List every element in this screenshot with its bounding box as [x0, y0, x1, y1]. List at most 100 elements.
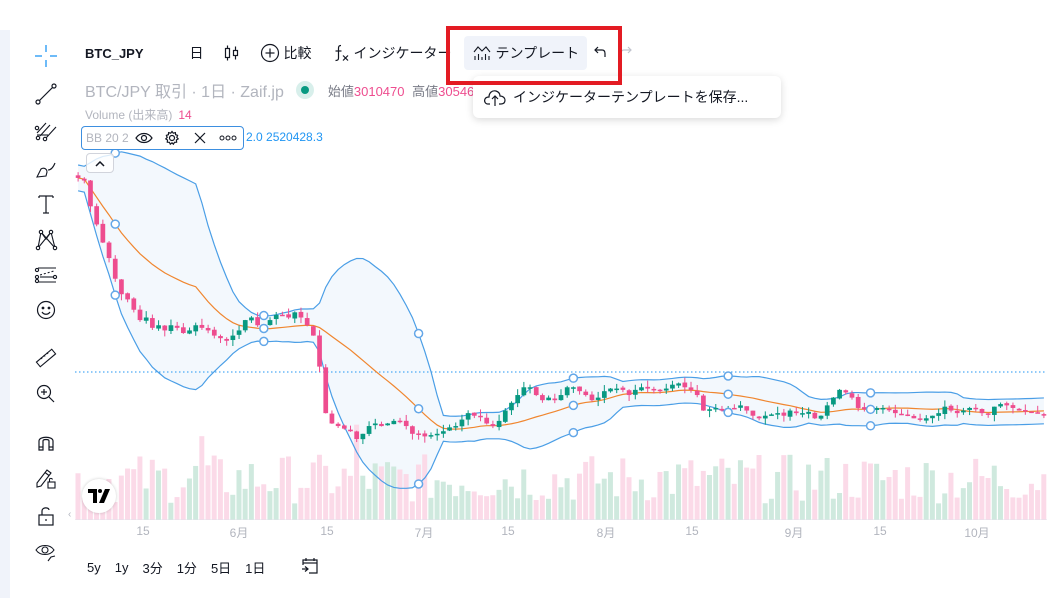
- trend-line-icon[interactable]: [32, 80, 60, 108]
- prediction-icon[interactable]: [32, 261, 60, 289]
- candle-body: [199, 324, 205, 328]
- volume-bar: [929, 470, 935, 520]
- chart-type-button[interactable]: [214, 36, 252, 70]
- volume-bar: [861, 461, 867, 520]
- candle-body: [961, 410, 966, 413]
- volume-bar: [979, 476, 985, 520]
- candle-body: [403, 420, 409, 427]
- volume-bar: [292, 503, 298, 520]
- candle-body: [756, 416, 762, 419]
- volume-bar: [737, 460, 743, 520]
- candle-body: [125, 293, 130, 300]
- collapse-legend-button[interactable]: [86, 153, 114, 173]
- bb-anchor-handle: [568, 373, 579, 383]
- range-1m-button[interactable]: 1分: [170, 558, 204, 577]
- ruler-icon[interactable]: [32, 344, 60, 372]
- bb-anchor-handle: [723, 389, 733, 399]
- volume-bar: [1022, 494, 1028, 520]
- bb-indicator-legend[interactable]: BB 20 2: [81, 126, 244, 150]
- volume-bar: [843, 463, 849, 520]
- x-tick-label: 15: [501, 524, 515, 538]
- pitchfork-icon[interactable]: [32, 117, 60, 145]
- scroll-left-arrow[interactable]: ‹: [68, 509, 71, 520]
- volume-bar: [855, 497, 861, 520]
- magnet-icon[interactable]: [32, 428, 60, 456]
- lock-drawings-icon[interactable]: [32, 464, 60, 492]
- volume-bar: [298, 487, 304, 520]
- crosshair-icon[interactable]: [32, 42, 60, 70]
- zoom-in-icon[interactable]: [32, 380, 60, 408]
- pattern-icon[interactable]: [32, 226, 60, 254]
- volume-bar: [1016, 497, 1022, 520]
- volume-bar: [230, 494, 236, 520]
- eye-icon[interactable]: [130, 131, 158, 145]
- save-indicator-template-item[interactable]: インジケーターテンプレートを保存...: [483, 87, 748, 107]
- volume-bar: [149, 459, 155, 520]
- lock-icon[interactable]: [32, 502, 60, 530]
- calendar-goto-icon: [301, 557, 319, 578]
- volume-bar: [552, 474, 558, 520]
- market-status-icon: [295, 81, 314, 99]
- candle-body: [150, 318, 155, 328]
- candle-body: [998, 404, 1003, 407]
- hide-drawings-icon[interactable]: [32, 537, 60, 565]
- tradingview-logo[interactable]: [82, 479, 116, 513]
- volume-bar: [614, 496, 620, 520]
- open-label: 始値: [327, 83, 354, 99]
- candle-body: [360, 433, 366, 440]
- candle-body: [515, 395, 521, 404]
- range-3m-button[interactable]: 3分: [135, 558, 169, 577]
- volume-bar: [496, 489, 502, 520]
- volume-bar: [211, 455, 217, 520]
- range-5d-button[interactable]: 5日: [204, 558, 238, 577]
- candle-body: [787, 410, 793, 417]
- redo-button[interactable]: [613, 36, 639, 70]
- volume-bar: [558, 487, 564, 520]
- volume-bar: [490, 495, 496, 520]
- candle-body: [236, 330, 242, 335]
- symbol-search-button[interactable]: BTC_JPY: [75, 36, 152, 70]
- volume-bar: [285, 456, 291, 520]
- templates-label: テンプレート: [495, 45, 580, 61]
- indicators-button[interactable]: インジケーター: [324, 36, 460, 70]
- range-1y-button[interactable]: 1y: [108, 560, 136, 575]
- candle-body: [707, 409, 712, 411]
- more-options-icon[interactable]: [214, 135, 242, 141]
- indicators-label: インジケーター: [353, 45, 452, 61]
- volume-bar: [409, 501, 415, 520]
- x-tick-label: 7月: [414, 526, 434, 540]
- settings-gear-icon[interactable]: [158, 130, 186, 146]
- brush-icon[interactable]: [32, 155, 60, 183]
- volume-bar: [515, 498, 521, 520]
- close-icon[interactable]: [186, 132, 214, 144]
- undo-icon: [593, 45, 607, 62]
- candle-body: [812, 412, 818, 419]
- candle-body: [385, 423, 391, 426]
- candle-body: [533, 387, 539, 396]
- candle-body: [688, 387, 694, 390]
- goto-date-button[interactable]: [294, 557, 326, 578]
- bb-anchor-handle: [723, 407, 733, 418]
- candle-body: [354, 431, 360, 439]
- volume-bar: [892, 470, 898, 520]
- volume-bar: [335, 486, 341, 520]
- volume-bar: [676, 464, 682, 520]
- volume-bar: [948, 472, 954, 520]
- bb-values: 2.0 2520428.3: [246, 130, 323, 144]
- candle-body: [744, 406, 750, 411]
- undo-button[interactable]: [587, 36, 613, 70]
- range-1d-button[interactable]: 1日: [238, 558, 272, 577]
- candle-body: [348, 429, 353, 432]
- compare-button[interactable]: 比較: [252, 36, 320, 70]
- emoji-icon[interactable]: [32, 296, 60, 324]
- price-chart[interactable]: [75, 150, 1047, 520]
- candle-body: [286, 314, 291, 318]
- interval-button[interactable]: 日: [182, 36, 212, 70]
- volume-bar: [620, 458, 626, 520]
- text-icon[interactable]: [32, 190, 60, 218]
- candle-body: [917, 418, 923, 420]
- templates-button[interactable]: テンプレート: [463, 36, 588, 70]
- range-5y-button[interactable]: 5y: [80, 560, 108, 575]
- volume-bar: [465, 491, 471, 520]
- volume-bar: [700, 470, 706, 520]
